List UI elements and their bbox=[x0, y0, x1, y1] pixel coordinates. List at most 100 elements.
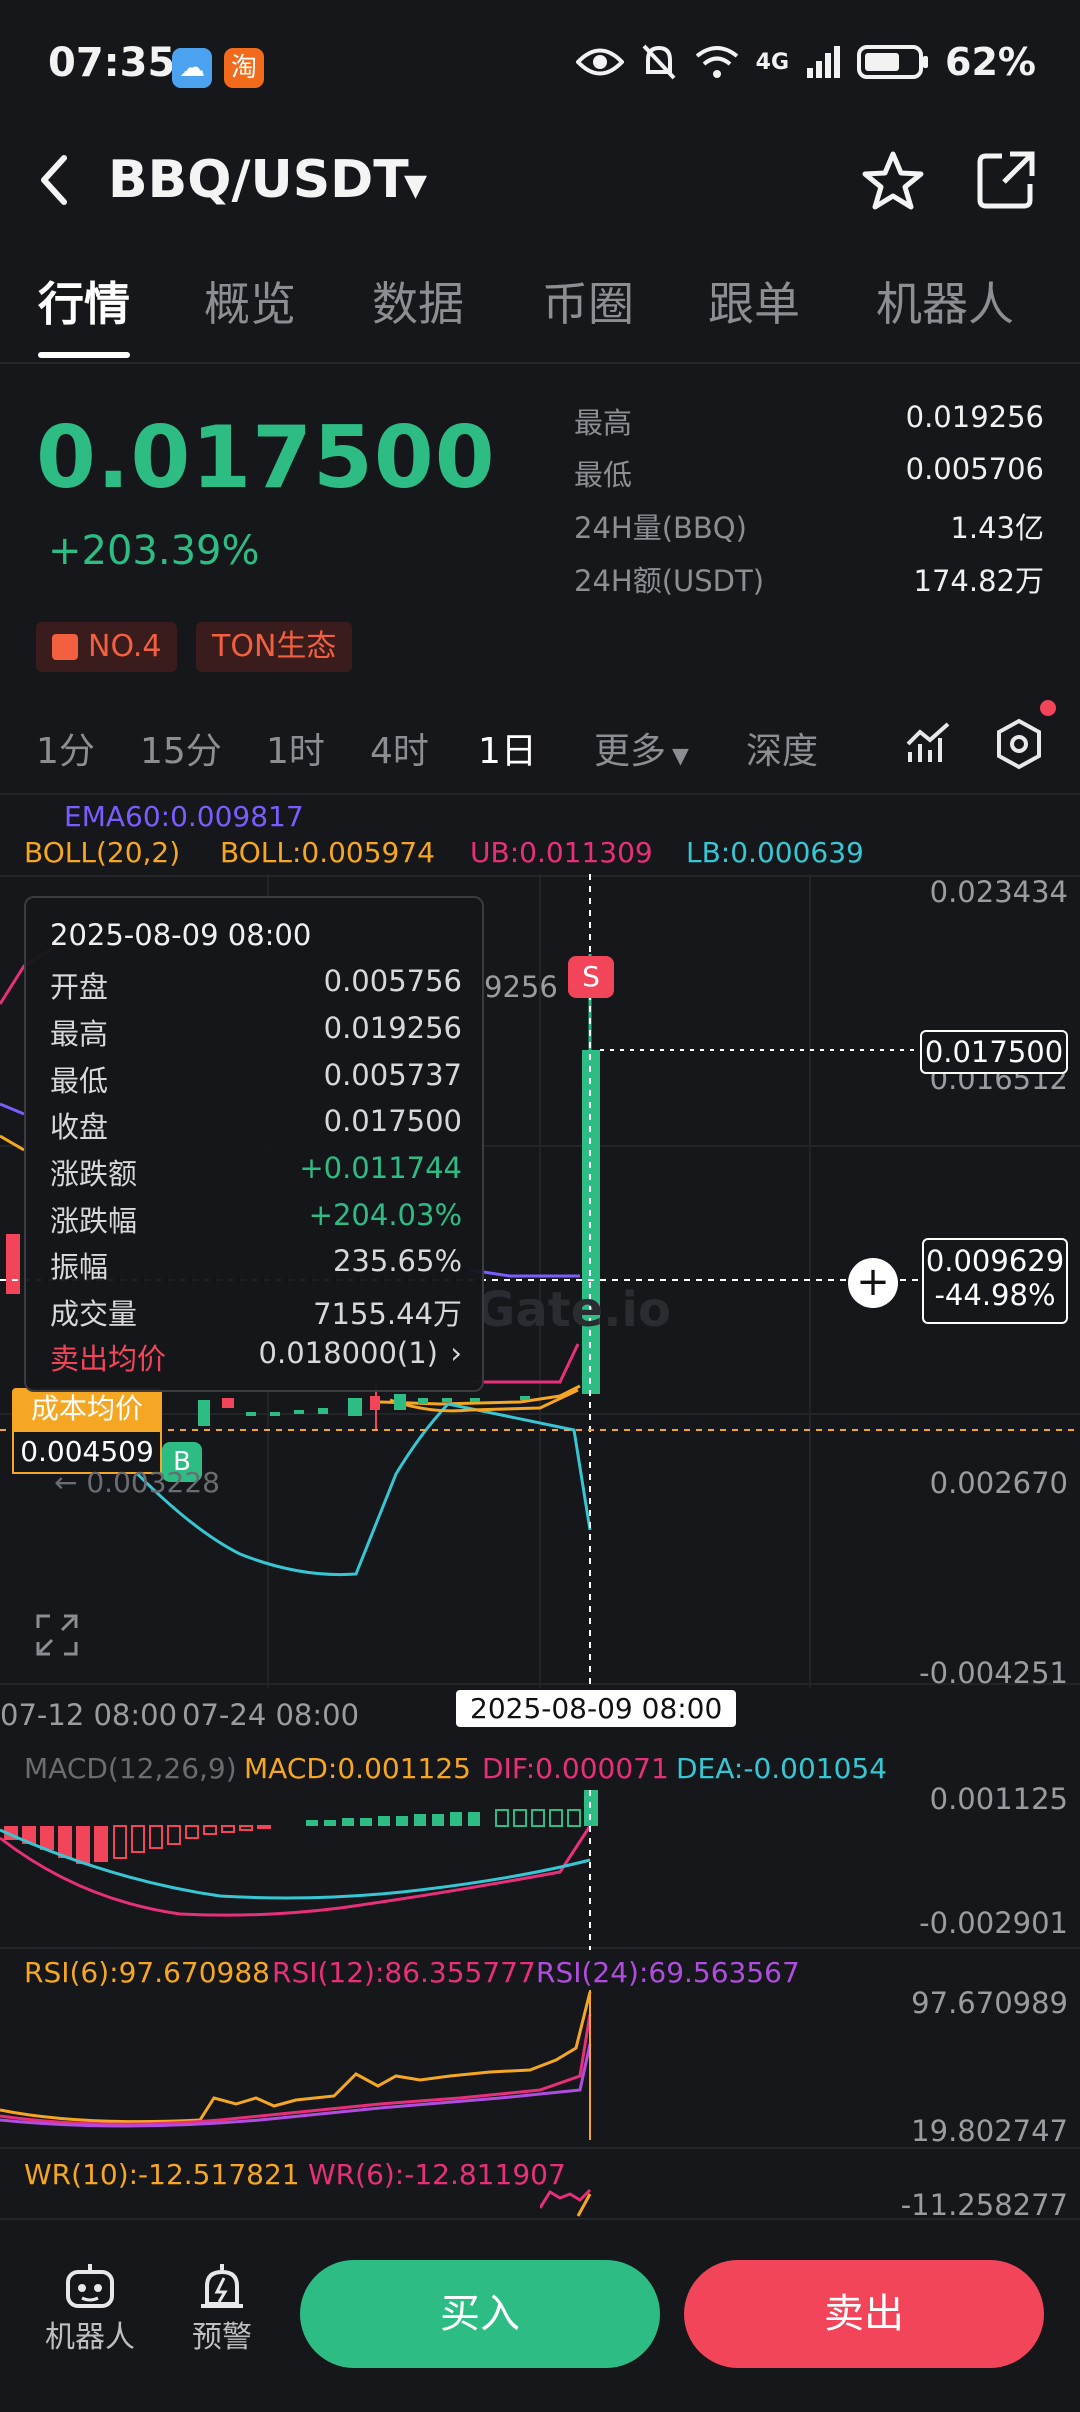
timeframe-4h[interactable]: 4时 bbox=[370, 722, 429, 774]
dif-value: DIF:0.000071 bbox=[482, 1752, 669, 1785]
tooltip-row-sell-avg[interactable]: 卖出均价 0.018000(1) › bbox=[50, 1336, 462, 1378]
tooltip-row-high: 最高 0.019256 bbox=[50, 1011, 462, 1053]
wr-axis-top: -11.258277 bbox=[900, 2188, 1068, 2222]
tooltip-value: 0.018000(1) bbox=[258, 1336, 438, 1370]
app-screen: 07:35 ☁ 淘 4G 62% BBQ/USDT ▼ 行情 概览 数据 币圈 … bbox=[0, 0, 1080, 2412]
rank-chart-icon bbox=[52, 634, 78, 660]
cursor-date-badge: 2025-08-09 08:00 bbox=[456, 1690, 737, 1727]
signal-icon bbox=[807, 46, 841, 78]
low-marker: ← 0.003228 bbox=[54, 1466, 220, 1499]
tooltip-label: 涨跌幅 bbox=[50, 1204, 138, 1238]
wifi-icon bbox=[695, 46, 738, 78]
main-axis-3: 0.002670 bbox=[929, 1466, 1068, 1500]
tooltip-value: 7155.44万 bbox=[313, 1297, 462, 1331]
watermark: Gate.io bbox=[476, 1282, 671, 1338]
alert-nav-label: 预警 bbox=[192, 2320, 252, 2355]
fullscreen-icon[interactable] bbox=[36, 1614, 78, 1656]
tab-bots[interactable]: 机器人 bbox=[876, 268, 1014, 334]
tooltip-row-low: 最低 0.005737 bbox=[50, 1058, 462, 1100]
tab-overview[interactable]: 概览 bbox=[204, 268, 296, 334]
tooltip-date: 2025-08-09 08:00 bbox=[50, 918, 312, 952]
timeframe-1m[interactable]: 1分 bbox=[36, 722, 95, 774]
tooltip-value: 0.005756 bbox=[323, 964, 462, 998]
crosshair-percent: -44.98% bbox=[934, 1278, 1056, 1312]
tab-copy-trade[interactable]: 跟单 bbox=[708, 268, 800, 334]
tooltip-value: +0.011744 bbox=[299, 1151, 462, 1185]
boll-name: BOLL(20,2) bbox=[24, 836, 181, 869]
timeframe-depth[interactable]: 深度 bbox=[746, 722, 818, 774]
rsi12-value: RSI(12):86.355777 bbox=[272, 1956, 536, 1989]
last-price: 0.017500 bbox=[36, 408, 496, 508]
pair-dropdown-caret-icon[interactable]: ▼ bbox=[404, 168, 427, 203]
timeframe-divider bbox=[0, 793, 1080, 795]
eye-icon bbox=[575, 48, 624, 76]
pair-title[interactable]: BBQ/USDT bbox=[108, 150, 409, 210]
change-percent: +203.39% bbox=[48, 528, 260, 574]
alert-nav[interactable]: 预警 bbox=[172, 2262, 272, 2356]
boll-lower: LB:0.000639 bbox=[686, 836, 864, 869]
robot-icon bbox=[66, 2264, 114, 2308]
sell-marker: S bbox=[568, 956, 614, 998]
rsi24-value: RSI(24):69.563567 bbox=[536, 1956, 800, 1989]
tab-market[interactable]: 行情 bbox=[38, 268, 130, 334]
sell-button[interactable]: 卖出 bbox=[684, 2260, 1044, 2368]
star-favorite-icon[interactable] bbox=[862, 150, 924, 212]
date-label-1: 07-12 08:00 bbox=[0, 1698, 178, 1732]
stat-turnover-value: 174.82万 bbox=[913, 564, 1044, 598]
tooltip-label: 成交量 bbox=[50, 1297, 138, 1331]
stat-high-label: 最高 bbox=[574, 406, 633, 440]
notification-dot bbox=[1040, 700, 1056, 716]
tooltip-row-change: 涨跌额 +0.011744 bbox=[50, 1151, 462, 1193]
date-label-2: 07-24 08:00 bbox=[182, 1698, 360, 1732]
timeframe-more[interactable]: 更多 ▼ bbox=[594, 722, 689, 774]
indicator-chart-icon[interactable] bbox=[906, 722, 952, 766]
stat-turnover-label: 24H额(USDT) bbox=[574, 564, 765, 598]
tooltip-label: 开盘 bbox=[50, 970, 109, 1004]
main-axis-bottom: -0.004251 bbox=[919, 1656, 1068, 1690]
rank-label: NO.4 bbox=[88, 629, 162, 664]
crosshair-plus-icon[interactable]: + bbox=[848, 1258, 898, 1308]
macd-value: MACD:0.001125 bbox=[244, 1752, 471, 1785]
mute-bell-icon bbox=[642, 44, 676, 80]
tooltip-label: 卖出均价 bbox=[50, 1342, 167, 1376]
stat-low-label: 最低 bbox=[574, 458, 633, 492]
tooltip-row-volume: 成交量 7155.44万 bbox=[50, 1291, 462, 1333]
settings-hex-icon[interactable] bbox=[994, 718, 1044, 770]
tooltip-label: 收盘 bbox=[50, 1110, 109, 1144]
active-tab-indicator bbox=[38, 352, 130, 358]
battery-level: 62% bbox=[945, 40, 1036, 84]
tooltip-row-open: 开盘 0.005756 bbox=[50, 964, 462, 1006]
ecosystem-tag[interactable]: TON生态 bbox=[196, 622, 353, 672]
buy-button[interactable]: 买入 bbox=[300, 2260, 660, 2368]
tooltip-value: 0.019256 bbox=[323, 1011, 462, 1045]
stat-low-value: 0.005706 bbox=[905, 452, 1044, 486]
tab-circle[interactable]: 币圈 bbox=[542, 268, 634, 334]
tooltip-label: 振幅 bbox=[50, 1250, 109, 1284]
tab-data[interactable]: 数据 bbox=[372, 268, 464, 334]
network-type: 4G bbox=[755, 49, 790, 75]
wr-chart bbox=[540, 2188, 592, 2217]
macd-chart bbox=[0, 1790, 1080, 1950]
share-icon[interactable] bbox=[976, 150, 1036, 210]
alarm-icon bbox=[201, 2264, 243, 2308]
weather-app-icon: ☁ bbox=[172, 48, 212, 88]
ohlc-tooltip: 2025-08-09 08:00 开盘 0.005756 最高 0.019256 最… bbox=[24, 896, 484, 1392]
ema-indicator: EMA60:0.009817 bbox=[64, 800, 304, 833]
cost-average-label: 成本均价 bbox=[12, 1388, 162, 1430]
chevron-right-icon: › bbox=[450, 1336, 462, 1370]
chevron-down-icon: ▼ bbox=[672, 744, 689, 769]
bots-nav[interactable]: 机器人 bbox=[40, 2262, 140, 2356]
tabs-divider bbox=[0, 362, 1080, 364]
tooltip-value: 0.017500 bbox=[323, 1104, 462, 1138]
crosshair-price: 0.009629 bbox=[925, 1244, 1065, 1278]
timeframe-1d[interactable]: 1日 bbox=[478, 722, 537, 774]
tooltip-value: 235.65% bbox=[332, 1244, 462, 1278]
last-price-tag: 0.017500 bbox=[920, 1030, 1068, 1074]
status-icons: 4G 62% bbox=[575, 40, 1036, 84]
back-arrow-icon[interactable] bbox=[36, 150, 72, 210]
timeframe-15m[interactable]: 15分 bbox=[140, 722, 222, 774]
stat-volume-label: 24H量(BBQ) bbox=[574, 511, 747, 545]
timeframe-1h[interactable]: 1时 bbox=[266, 722, 325, 774]
timeframe-more-label: 更多 bbox=[594, 731, 667, 772]
rank-tag[interactable]: NO.4 bbox=[36, 622, 178, 672]
